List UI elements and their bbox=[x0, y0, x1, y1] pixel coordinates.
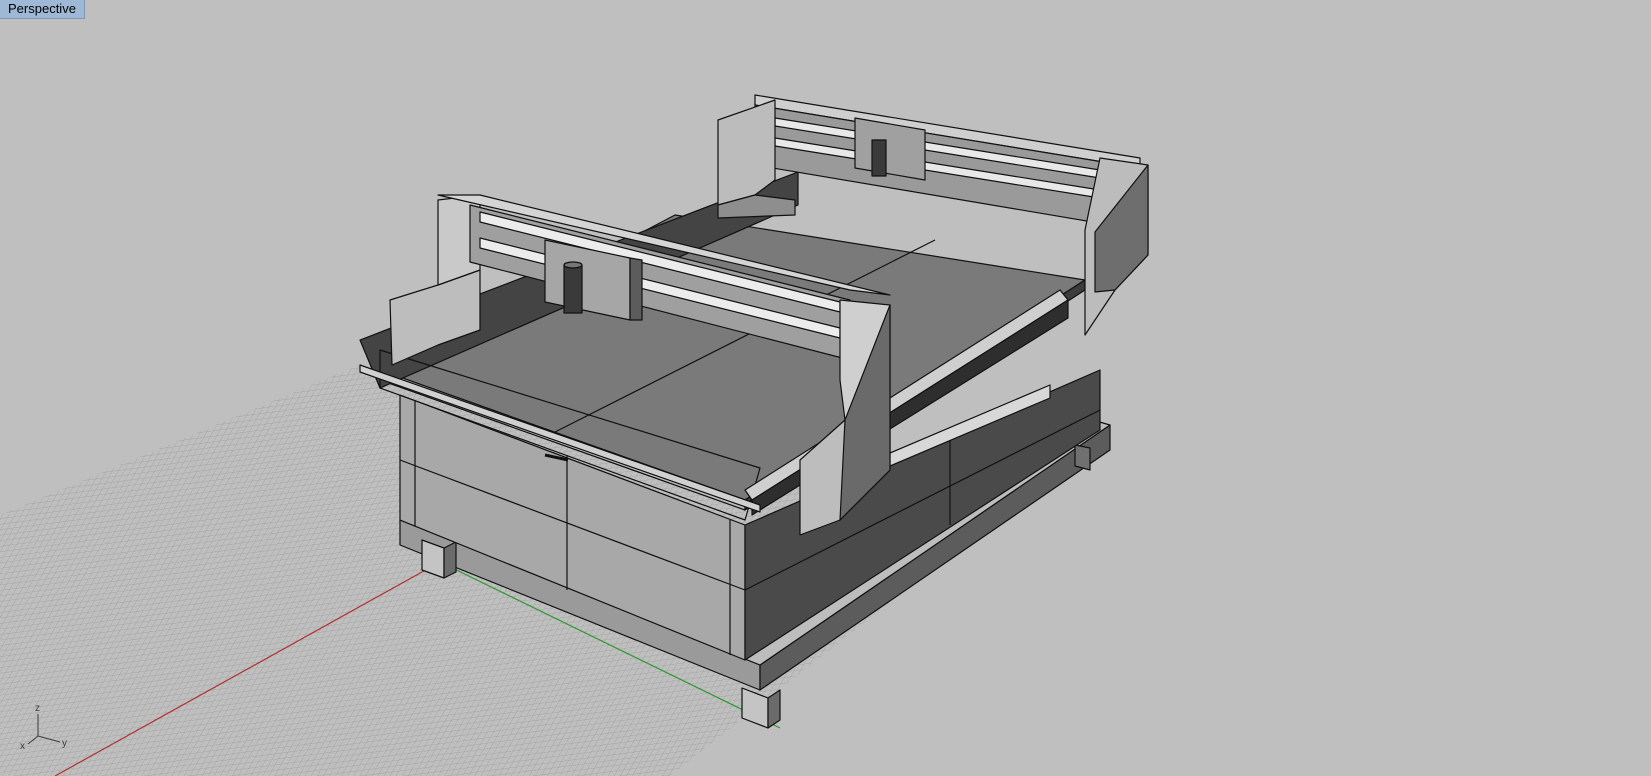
perspective-viewport[interactable]: Perspective z x y bbox=[0, 0, 1651, 776]
axis-label-y: y bbox=[62, 738, 67, 749]
front-carriage-side bbox=[629, 257, 643, 321]
leg-back-right bbox=[1074, 444, 1091, 471]
axes-gizmo bbox=[27, 714, 61, 745]
viewport-title-tab[interactable]: Perspective bbox=[0, 0, 85, 19]
axis-label-x: x bbox=[20, 741, 25, 752]
rear-spindle-motor bbox=[871, 139, 887, 177]
front-spindle-motor bbox=[563, 264, 583, 314]
axis-label-z: z bbox=[35, 703, 40, 714]
scene-canvas[interactable] bbox=[0, 0, 1651, 776]
front-spindle-cap bbox=[563, 261, 583, 269]
leg-front-left-side bbox=[443, 541, 457, 579]
